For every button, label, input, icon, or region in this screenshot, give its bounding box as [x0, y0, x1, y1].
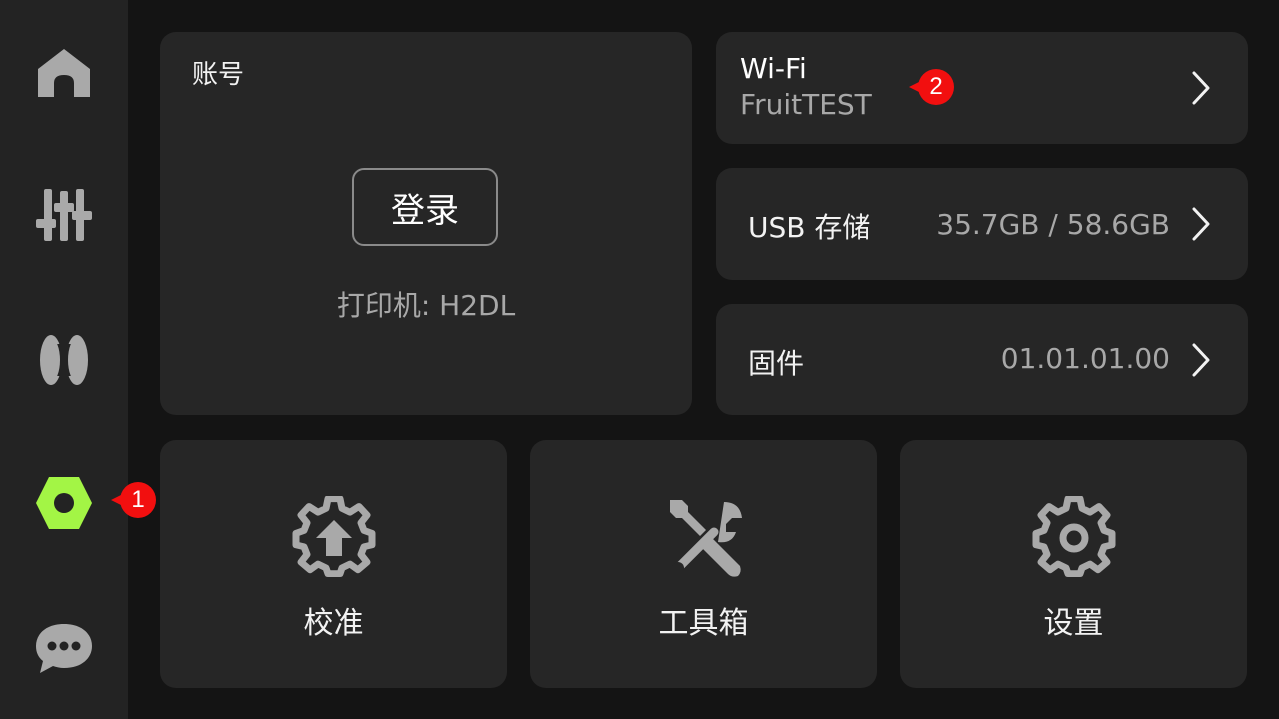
home-icon	[38, 49, 90, 97]
settings-gear-icon	[1032, 496, 1115, 578]
wifi-title: Wi-Fi	[740, 52, 807, 85]
filament-spools-icon	[40, 335, 88, 385]
tile-toolbox-label: 工具箱	[658, 606, 749, 641]
chevron-right-icon	[1192, 207, 1210, 241]
usb-storage-label: USB 存储	[748, 211, 871, 244]
tile-calibration-label: 校准	[303, 606, 364, 641]
usb-storage-value: 35.7GB / 58.6GB	[936, 208, 1170, 241]
nav-filament[interactable]	[0, 305, 128, 415]
toolbox-wrench-screwdriver-icon	[669, 500, 742, 577]
firmware-card[interactable]: 固件 01.01.01.00	[716, 304, 1248, 415]
calibration-gear-icon	[292, 496, 375, 578]
tile-settings[interactable]: 设置	[900, 440, 1247, 688]
nav-controls[interactable]	[0, 160, 128, 270]
usb-storage-card[interactable]: USB 存储 35.7GB / 58.6GB	[716, 168, 1248, 280]
account-card: 账号 登录 打印机: H2DL	[160, 32, 692, 415]
printer-model-text: 打印机: H2DL	[336, 289, 516, 322]
firmware-label: 固件	[748, 347, 805, 380]
chat-bubble-icon	[36, 624, 92, 673]
nav-device[interactable]	[0, 448, 128, 558]
nav-home[interactable]	[0, 18, 128, 128]
tile-toolbox[interactable]: 工具箱	[530, 440, 877, 688]
chevron-right-icon	[1192, 343, 1210, 377]
sidebar: 1	[0, 0, 156, 719]
tile-settings-label: 设置	[1043, 606, 1104, 641]
firmware-version: 01.01.01.00	[1000, 342, 1170, 375]
hex-nut-icon	[36, 477, 92, 529]
controls-sliders-icon	[36, 189, 92, 241]
nav-messages[interactable]	[0, 593, 128, 703]
login-button[interactable]: 登录	[352, 168, 498, 246]
step-badge-2: 2	[909, 69, 954, 105]
tile-calibration[interactable]: 校准	[160, 440, 507, 688]
wifi-ssid: FruitTEST	[740, 88, 872, 121]
wifi-card[interactable]: Wi-Fi FruitTEST	[716, 32, 1248, 144]
step-badge-1: 1	[111, 482, 156, 518]
account-title: 账号	[192, 60, 245, 90]
chevron-right-icon	[1192, 71, 1210, 105]
